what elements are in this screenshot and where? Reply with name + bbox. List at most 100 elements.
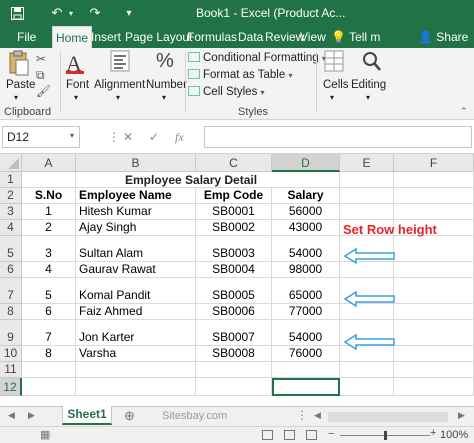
cell-f7[interactable]: [394, 278, 474, 304]
editing-group[interactable]: Editing ▾: [348, 48, 388, 120]
table-cell[interactable]: SB0006: [196, 304, 272, 320]
row-header-2[interactable]: 2: [0, 188, 22, 204]
cell-e12[interactable]: [340, 378, 394, 396]
cell-c11[interactable]: [196, 362, 272, 378]
horizontal-scrollbar[interactable]: [328, 412, 448, 422]
row-header-3[interactable]: 3: [0, 204, 22, 220]
tab-home[interactable]: Home: [52, 26, 93, 48]
table-cell[interactable]: SB0007: [196, 320, 272, 346]
column-header-b[interactable]: B: [76, 154, 196, 172]
font-group[interactable]: A Font ▾: [62, 48, 92, 120]
name-box[interactable]: D12: [2, 126, 80, 148]
scroll-right-icon[interactable]: ▶: [458, 410, 465, 421]
row-header-5[interactable]: 5: [0, 236, 22, 262]
zoom-slider-thumb[interactable]: [384, 431, 387, 440]
scroll-left-icon[interactable]: ◀: [314, 410, 321, 421]
row-header-10[interactable]: 10: [0, 346, 22, 362]
number-group[interactable]: % Number ▾: [146, 48, 187, 120]
table-cell[interactable]: 77000: [272, 304, 340, 320]
cell-styles-button[interactable]: Cell Styles ▾: [188, 86, 265, 98]
cell-f8[interactable]: [394, 304, 474, 320]
cell-a1[interactable]: [22, 172, 76, 188]
row-header-9[interactable]: 9: [0, 320, 22, 346]
table-cell[interactable]: 6: [22, 304, 76, 320]
enter-icon[interactable]: ✓: [149, 130, 159, 144]
cell-a11[interactable]: [22, 362, 76, 378]
normal-view-icon[interactable]: [262, 430, 273, 440]
column-header-e[interactable]: E: [340, 154, 394, 172]
cell-d1[interactable]: [272, 172, 340, 188]
zoom-in-icon[interactable]: +: [430, 427, 436, 439]
conditional-formatting-button[interactable]: Conditional Formatting ▾: [188, 52, 326, 64]
cell-f1[interactable]: [394, 172, 474, 188]
paste-dropdown-icon[interactable]: ▾: [14, 93, 18, 102]
table-cell[interactable]: Sultan Alam: [76, 236, 196, 262]
table-cell[interactable]: SB0008: [196, 346, 272, 362]
macro-record-icon[interactable]: ▦: [40, 428, 50, 441]
format-as-table-button[interactable]: Format as Table ▾: [188, 69, 292, 81]
tell-me-box[interactable]: 💡 Tell m: [328, 26, 383, 48]
next-sheet-icon[interactable]: ▶: [28, 410, 35, 421]
chevron-down-icon[interactable]: ▾: [70, 131, 74, 140]
table-cell[interactable]: Gaurav Rawat: [76, 262, 196, 278]
save-icon[interactable]: [8, 4, 26, 22]
cancel-icon[interactable]: ✕: [123, 130, 133, 144]
page-layout-view-icon[interactable]: [284, 430, 295, 440]
copy-icon[interactable]: ⧉: [36, 68, 45, 83]
table-cell[interactable]: 65000: [272, 278, 340, 304]
tab-view[interactable]: View: [297, 26, 329, 48]
table-cell[interactable]: 54000: [272, 236, 340, 262]
table-cell[interactable]: 8: [22, 346, 76, 362]
cell-b12[interactable]: [76, 378, 196, 396]
tab-insert[interactable]: Insert: [88, 26, 124, 48]
formula-input[interactable]: [204, 126, 472, 148]
table-cell[interactable]: Varsha: [76, 346, 196, 362]
fx-icon[interactable]: fx: [175, 130, 184, 145]
paste-button[interactable]: Paste: [6, 79, 35, 91]
cell-f9[interactable]: [394, 320, 474, 346]
alignment-group[interactable]: Alignment ▾: [94, 48, 145, 120]
cell-f6[interactable]: [394, 262, 474, 278]
cell-f10[interactable]: [394, 346, 474, 362]
collapse-ribbon-icon[interactable]: ⌃: [460, 106, 468, 117]
select-all-corner[interactable]: [0, 154, 22, 172]
column-header-c[interactable]: C: [196, 154, 272, 172]
table-cell[interactable]: Faiz Ahmed: [76, 304, 196, 320]
table-cell[interactable]: 7: [22, 320, 76, 346]
cell-e11[interactable]: [340, 362, 394, 378]
cut-icon[interactable]: ✂: [36, 52, 46, 66]
cell-e1[interactable]: [340, 172, 394, 188]
cell-f11[interactable]: [394, 362, 474, 378]
cell-e3[interactable]: [340, 204, 394, 220]
table-cell[interactable]: 3: [22, 236, 76, 262]
cell-f2[interactable]: [394, 188, 474, 204]
customize-qat-icon[interactable]: ▾: [120, 4, 138, 22]
table-cell[interactable]: SB0002: [196, 220, 272, 236]
table-cell[interactable]: 56000: [272, 204, 340, 220]
fill-handle[interactable]: [337, 393, 338, 394]
tab-file[interactable]: File: [14, 26, 39, 48]
redo-icon[interactable]: ↷: [86, 4, 104, 22]
table-cell[interactable]: 98000: [272, 262, 340, 278]
tab-formulas[interactable]: Formulas: [184, 26, 240, 48]
share-button[interactable]: 👤 Share: [418, 26, 468, 48]
table-cell[interactable]: Ajay Singh: [76, 220, 196, 236]
table-cell[interactable]: Komal Pandit: [76, 278, 196, 304]
active-cell[interactable]: [272, 378, 340, 396]
cell-c12[interactable]: [196, 378, 272, 396]
column-header-a[interactable]: A: [22, 154, 76, 172]
table-cell[interactable]: 54000: [272, 320, 340, 346]
table-cell[interactable]: SB0003: [196, 236, 272, 262]
table-cell[interactable]: Hitesh Kumar: [76, 204, 196, 220]
row-header-8[interactable]: 8: [0, 304, 22, 320]
table-cell[interactable]: 43000: [272, 220, 340, 236]
format-painter-icon[interactable]: 🖌: [36, 84, 51, 98]
table-cell[interactable]: SB0001: [196, 204, 272, 220]
cell-e6[interactable]: [340, 262, 394, 278]
table-cell[interactable]: 5: [22, 278, 76, 304]
row-header-1[interactable]: 1: [0, 172, 22, 188]
cell-b11[interactable]: [76, 362, 196, 378]
cells-group[interactable]: Cells ▾: [318, 48, 349, 120]
table-cell[interactable]: SB0005: [196, 278, 272, 304]
row-header-7[interactable]: 7: [0, 278, 22, 304]
